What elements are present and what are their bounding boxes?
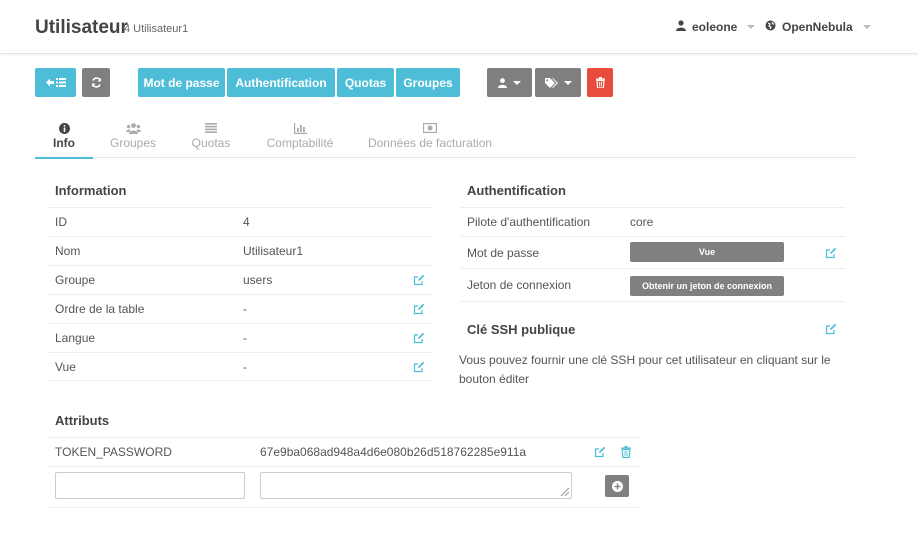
page-title: Utilisateur xyxy=(35,17,128,38)
edit-icon[interactable] xyxy=(413,303,425,315)
ssh-title: Clé SSH publique xyxy=(467,322,576,337)
user-icon xyxy=(676,20,686,34)
tab-billing-data[interactable]: Données de facturation xyxy=(365,115,495,158)
zone-name: OpenNebula xyxy=(782,20,853,34)
info-row-name: Nom Utilisateur1 xyxy=(48,236,432,265)
tab-label: Groupes xyxy=(109,136,157,150)
info-key: Vue xyxy=(55,359,76,374)
info-value: - xyxy=(243,302,247,316)
tab-groups[interactable]: Groupes xyxy=(105,115,161,158)
tab-label: Quotas xyxy=(191,136,231,150)
auth-row-token: Jeton de connexion Obtenir un jeton de c… xyxy=(460,268,845,302)
page-subtitle: 4 Utilisateur1 xyxy=(124,23,189,35)
add-attribute-button[interactable] xyxy=(605,475,629,497)
info-key: Langue xyxy=(55,331,96,345)
info-key: Ordre de la table xyxy=(55,302,145,316)
auth-key: Mot de passe xyxy=(467,245,540,260)
ssh-description: Vous pouvez fournir une clé SSH pour cet… xyxy=(459,353,831,386)
auth-row-password: Mot de passe Vue xyxy=(460,236,845,268)
tab-accounting[interactable]: Comptabilité xyxy=(261,115,339,158)
edit-icon[interactable] xyxy=(413,274,425,286)
info-value: users xyxy=(243,273,273,287)
auth-key: Jeton de connexion xyxy=(467,278,572,292)
info-value: - xyxy=(243,331,247,345)
quotas-button[interactable]: Quotas xyxy=(337,68,394,97)
money-icon xyxy=(423,122,437,134)
info-row-view: Vue - xyxy=(48,352,432,381)
info-key: ID xyxy=(55,215,67,229)
authentication-title: Authentification xyxy=(467,183,566,198)
info-circle-icon xyxy=(58,122,70,134)
tab-bar: Info Groupes Quotas Comptabilité Données… xyxy=(35,115,856,159)
info-value: Utilisateur1 xyxy=(243,244,304,258)
edit-icon[interactable] xyxy=(825,323,837,335)
get-token-button[interactable]: Obtenir un jeton de connexion xyxy=(630,276,784,296)
chevron-down-icon xyxy=(513,80,521,85)
top-bar: Utilisateur 4 Utilisateur1 eoleone OpenN… xyxy=(0,0,918,54)
info-row-id: ID 4 xyxy=(48,207,432,236)
globe-icon xyxy=(765,20,776,34)
info-row-group: Groupe users xyxy=(48,265,432,294)
groups-button[interactable]: Groupes xyxy=(396,68,460,97)
chevron-down-icon xyxy=(563,80,572,85)
back-to-list-button[interactable] xyxy=(35,68,76,97)
edit-icon[interactable] xyxy=(413,332,425,344)
info-value: 4 xyxy=(243,215,250,229)
labels-button[interactable] xyxy=(535,68,581,97)
edit-icon[interactable] xyxy=(594,446,606,458)
refresh-button[interactable] xyxy=(82,68,110,97)
auth-value: core xyxy=(630,215,654,229)
bar-chart-icon xyxy=(293,122,307,134)
attribute-row: TOKEN_PASSWORD 67e9ba068ad948a4d6e080b26… xyxy=(48,437,640,466)
information-title: Information xyxy=(55,183,127,198)
attribute-value: 67e9ba068ad948a4d6e080b26d518762285e911a xyxy=(260,445,527,459)
chevron-down-icon xyxy=(862,25,871,29)
tab-label: Données de facturation xyxy=(367,136,493,150)
info-key: Nom xyxy=(55,244,81,258)
tab-label: Info xyxy=(53,136,75,150)
user-menu[interactable]: eoleone xyxy=(676,20,756,34)
chevron-down-icon xyxy=(747,25,756,29)
attribute-key: TOKEN_PASSWORD xyxy=(55,445,172,459)
auth-key: Pilote d'authentification xyxy=(467,215,591,229)
align-justify-icon xyxy=(205,122,217,134)
info-row-table-order: Ordre de la table - xyxy=(48,294,432,323)
plus-circle-icon xyxy=(611,480,623,492)
resize-handle-icon[interactable] xyxy=(558,485,570,497)
trash-icon[interactable] xyxy=(621,446,631,458)
user-name: eoleone xyxy=(692,20,738,34)
view-password-button[interactable]: Vue xyxy=(630,242,784,262)
edit-icon[interactable] xyxy=(413,361,425,373)
attributes-title: Attributs xyxy=(55,413,110,428)
user-icon xyxy=(498,77,507,88)
edit-icon[interactable] xyxy=(825,247,837,259)
tab-info[interactable]: Info xyxy=(35,115,93,159)
zone-menu[interactable]: OpenNebula xyxy=(765,20,871,34)
users-icon xyxy=(125,122,141,134)
delete-button[interactable] xyxy=(587,68,613,97)
info-value: - xyxy=(243,359,247,374)
auth-row-driver: Pilote d'authentification core xyxy=(460,207,845,236)
info-key: Groupe xyxy=(55,273,96,287)
new-attribute-value-input[interactable] xyxy=(260,472,572,499)
tab-label: Comptabilité xyxy=(266,136,334,150)
password-button[interactable]: Mot de passe xyxy=(138,68,225,97)
new-attribute-key-input[interactable] xyxy=(55,472,245,499)
tags-icon xyxy=(544,77,558,88)
change-owner-button[interactable] xyxy=(487,68,532,97)
tab-quotas[interactable]: Quotas xyxy=(185,115,237,158)
authentication-button[interactable]: Authentification xyxy=(227,68,335,97)
refresh-icon xyxy=(91,77,101,88)
trash-icon xyxy=(595,77,605,88)
info-row-language: Langue - xyxy=(48,323,432,352)
back-list-icon xyxy=(45,78,66,87)
